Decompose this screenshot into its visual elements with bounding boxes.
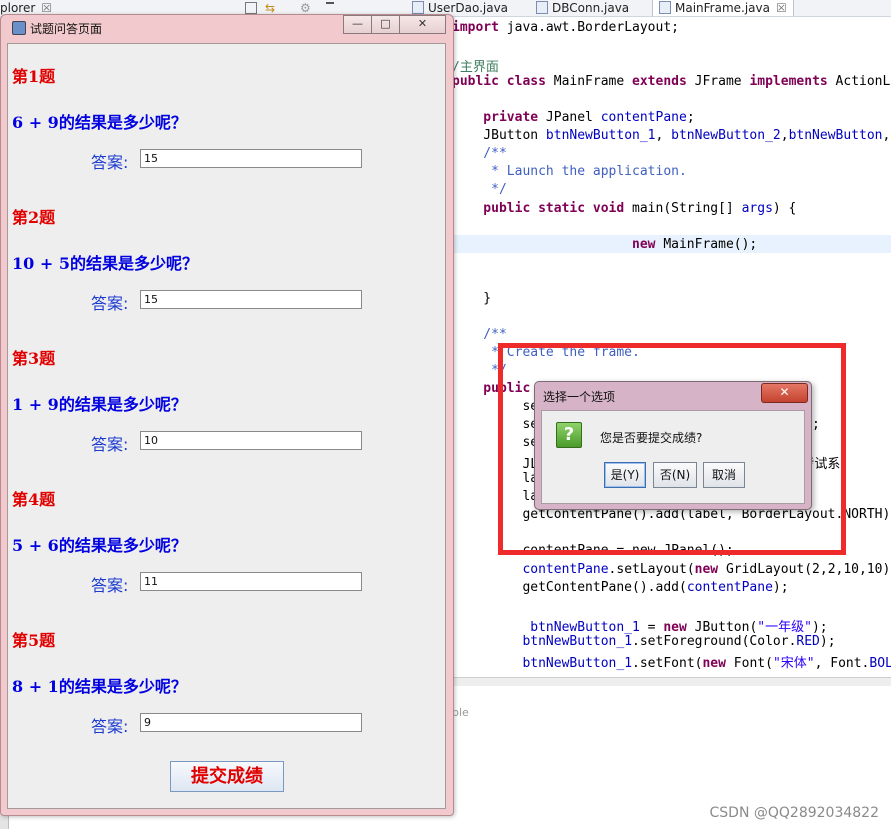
code-line: JButton btnNewButton_1, btnNewButton_2,b… (452, 128, 891, 144)
question-text: 10 + 5的结果是多少呢？ (12, 254, 198, 273)
question-icon: ? (556, 422, 582, 448)
question-title: 第2题 (12, 208, 56, 227)
java-file-icon (536, 1, 548, 14)
question-title: 第1题 (12, 67, 56, 86)
minimize-button[interactable]: — (343, 15, 372, 34)
code-line: /** (452, 326, 507, 342)
code-line: /主界面 (452, 60, 499, 76)
dialog-close-button[interactable]: ✕ (761, 383, 808, 403)
java-file-icon (659, 1, 671, 14)
answer-label: 答案: (91, 435, 129, 454)
code-line: */ (452, 182, 507, 198)
code-line: getContentPane().add(contentPane); (452, 579, 789, 595)
maximize-button[interactable]: □ (371, 15, 400, 34)
code-line: new MainFrame(); (452, 236, 758, 252)
question-title: 第3题 (12, 349, 56, 368)
submit-button[interactable]: 提交成绩 (170, 761, 284, 792)
yes-button[interactable]: 是(Y) (604, 462, 646, 488)
answer-label: 答案: (91, 717, 129, 736)
java-window-icon (12, 21, 26, 35)
close-icon[interactable]: ☒ (41, 1, 52, 15)
quiz-content: 第1题 6 + 9的结果是多少呢？ 答案: 15 第2题 10 + 5的结果是多… (7, 43, 446, 809)
code-line: * Launch the application. (452, 164, 687, 180)
answer-input[interactable]: 15 (140, 290, 362, 309)
minimize-icon[interactable] (326, 2, 334, 5)
code-line: import java.awt.BorderLayout; (452, 20, 679, 35)
watermark: CSDN @QQ2892034822 (709, 805, 879, 821)
code-line: btnNewButton_1.setForeground(Color.RED); (522, 633, 836, 649)
question-title: 第5题 (12, 631, 56, 650)
view-menu-icon[interactable]: ⚙ (300, 1, 311, 15)
java-file-icon (412, 1, 424, 14)
console-label: ble (452, 706, 469, 719)
question-text: 6 + 9的结果是多少呢？ (12, 113, 187, 132)
link-editor-icon[interactable]: ⇆ (265, 1, 275, 15)
code-line: contentPane.setLayout(new GridLayout(2,2… (522, 561, 891, 577)
no-button[interactable]: 否(N) (653, 462, 697, 488)
close-icon[interactable]: ☒ (776, 1, 787, 15)
code-line: private JPanel contentPane; (452, 110, 695, 126)
editor-bottom-border (452, 677, 891, 686)
answer-input[interactable]: 10 (140, 431, 362, 450)
code-line: public static void main(String[] args) { (452, 200, 797, 216)
dialog-title: 选择一个选项 (543, 390, 616, 404)
close-button[interactable]: ✕ (399, 15, 446, 34)
code-line: public class MainFrame extends JFrame im… (452, 74, 891, 90)
dialog-message: 您是否要提交成绩? (600, 431, 703, 445)
code-line: btnNewButton_1 = new JButton("一年级"); (530, 619, 828, 635)
window-title: 试题问答页面 (30, 22, 103, 36)
answer-label: 答案: (91, 294, 129, 313)
code-line: btnNewButton_1.setFont(new Font("宋体", Fo… (522, 655, 891, 671)
tab-dbconn[interactable]: DBConn.java (536, 0, 629, 16)
answer-label: 答案: (91, 576, 129, 595)
answer-input[interactable]: 15 (140, 149, 362, 168)
code-line: /** (452, 146, 507, 162)
question-title: 第4题 (12, 490, 56, 509)
answer-input[interactable]: 11 (140, 572, 362, 591)
code-line: } (452, 290, 492, 306)
question-text: 8 + 1的结果是多少呢？ (12, 677, 187, 696)
question-text: 5 + 6的结果是多少呢？ (12, 536, 187, 555)
answer-input[interactable]: 9 (140, 713, 362, 732)
minimize-view-icon[interactable] (245, 2, 257, 14)
answer-label: 答案: (91, 153, 129, 172)
cancel-button[interactable]: 取消 (703, 462, 745, 488)
question-text: 1 + 9的结果是多少呢？ (12, 395, 187, 414)
tab-mainframe[interactable]: MainFrame.java ☒ (652, 0, 794, 16)
